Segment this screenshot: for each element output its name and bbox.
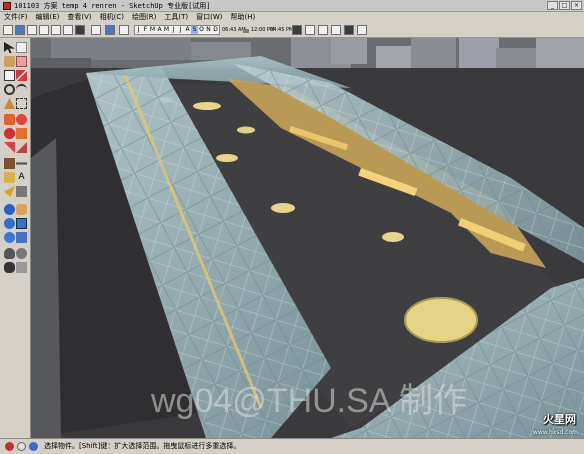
status-bar: 选择物件。[Shift]键：扩大选择范围。拖曳鼠标进行多重选择。 xyxy=(0,438,584,454)
site-logo-url: www.hxsd.com xyxy=(532,429,578,436)
pencil-icon[interactable] xyxy=(3,25,13,35)
month-label-selected[interactable]: S xyxy=(191,26,198,34)
main-toolbar: J F M A M J J A S O N D 06:43 AM 12:00 P… xyxy=(0,23,584,38)
menu-edit[interactable]: 编辑(E) xyxy=(32,12,64,23)
time-slider[interactable] xyxy=(243,29,249,33)
shadow-settings-icon[interactable] xyxy=(105,25,115,35)
shadow-toggle-icon[interactable] xyxy=(91,25,101,35)
sunset-time: 04:45 PM xyxy=(270,27,294,33)
month-label[interactable]: D xyxy=(212,26,219,34)
zoom-extents-icon[interactable] xyxy=(4,232,15,243)
select-icon[interactable] xyxy=(15,25,25,35)
make-component-icon[interactable] xyxy=(16,42,27,53)
move-icon[interactable] xyxy=(4,114,15,125)
position-camera-icon[interactable] xyxy=(4,248,15,259)
follow-me-icon[interactable] xyxy=(16,128,27,139)
offset-icon[interactable] xyxy=(16,142,27,153)
month-label[interactable]: N xyxy=(205,26,212,34)
hidden-line-icon[interactable] xyxy=(318,25,328,35)
menu-bar: 文件(F) 编辑(E) 查看(V) 相机(C) 绘图(R) 工具(T) 窗口(W… xyxy=(0,12,584,23)
tool-palette: A xyxy=(0,38,31,438)
look-around-icon[interactable] xyxy=(16,248,27,259)
menu-draw[interactable]: 绘图(R) xyxy=(128,12,160,23)
menu-file[interactable]: 文件(F) xyxy=(0,12,32,23)
shaded-icon[interactable] xyxy=(331,25,341,35)
arc-icon[interactable] xyxy=(16,84,27,95)
scale-icon[interactable] xyxy=(4,142,15,153)
title-bar: 101103 方案 temp 4 renren - SketchUp 专业版[试… xyxy=(0,0,584,12)
camera-icon[interactable] xyxy=(75,25,85,35)
rectangle-icon[interactable] xyxy=(4,70,15,81)
site-logo: 火星网 www.hxsd.com xyxy=(504,408,580,436)
home-icon[interactable] xyxy=(63,25,73,35)
protractor-icon[interactable] xyxy=(4,172,15,183)
menu-help[interactable]: 帮助(H) xyxy=(226,12,259,23)
eraser-icon[interactable] xyxy=(16,56,27,67)
zoom-icon[interactable] xyxy=(4,218,15,229)
freehand-icon[interactable] xyxy=(16,98,27,109)
menu-camera[interactable]: 相机(C) xyxy=(96,12,128,23)
month-label[interactable]: F xyxy=(142,26,149,34)
month-label[interactable]: J xyxy=(170,26,177,34)
zoom-window-icon[interactable] xyxy=(16,218,27,229)
section-plane-icon[interactable] xyxy=(16,262,27,273)
geo-location-icon[interactable] xyxy=(5,442,14,451)
walk-icon[interactable] xyxy=(4,262,15,273)
push-pull-icon[interactable] xyxy=(16,114,27,125)
site-logo-text: 火星网 xyxy=(543,413,576,426)
month-label[interactable]: O xyxy=(198,26,205,34)
monochrome-icon[interactable] xyxy=(357,25,367,35)
circle-icon[interactable] xyxy=(4,84,15,95)
month-label[interactable]: A xyxy=(156,26,163,34)
menu-window[interactable]: 窗口(W) xyxy=(192,12,226,23)
orbit-icon[interactable] xyxy=(4,204,15,215)
month-label[interactable]: M xyxy=(149,26,156,34)
select-arrow-icon[interactable] xyxy=(4,42,15,53)
month-label[interactable]: J xyxy=(135,26,142,34)
close-button[interactable]: × xyxy=(571,1,582,10)
status-message: 选择物件。[Shift]键：扩大选择范围。拖曳鼠标进行多重选择。 xyxy=(44,442,241,450)
minimize-button[interactable]: _ xyxy=(547,1,558,10)
watermark-text: wg04@THU.SA 制作 xyxy=(151,382,468,420)
rectangle-icon[interactable] xyxy=(39,25,49,35)
credits-icon[interactable] xyxy=(17,442,26,451)
circle-icon[interactable] xyxy=(51,25,61,35)
maximize-button[interactable]: □ xyxy=(559,1,570,10)
menu-tools[interactable]: 工具(T) xyxy=(160,12,192,23)
large-skylight xyxy=(404,297,478,343)
menu-view[interactable]: 查看(V) xyxy=(63,12,95,23)
window-title: 101103 方案 temp 4 renren - SketchUp 专业版[试… xyxy=(14,2,211,10)
text-tool-icon[interactable]: A xyxy=(16,172,27,183)
xray-icon[interactable] xyxy=(292,25,302,35)
dimension-icon[interactable] xyxy=(16,162,27,165)
paint-bucket-icon[interactable] xyxy=(4,56,15,67)
month-label[interactable]: J xyxy=(177,26,184,34)
previous-view-icon[interactable] xyxy=(16,232,27,243)
textured-icon[interactable] xyxy=(344,25,354,35)
month-label[interactable]: A xyxy=(184,26,191,34)
sketchup-app-icon xyxy=(3,2,11,10)
pan-icon[interactable] xyxy=(16,204,27,215)
tape-measure-icon[interactable] xyxy=(4,158,15,169)
shadow-month-picker[interactable]: J F M A M J J A S O N D xyxy=(134,25,220,35)
3d-text-icon[interactable] xyxy=(16,186,27,197)
month-label[interactable]: M xyxy=(163,26,170,34)
polygon-icon[interactable] xyxy=(4,98,15,109)
window-controls: _ □ × xyxy=(547,1,582,10)
left-building xyxy=(31,138,61,438)
eraser-icon[interactable] xyxy=(27,25,37,35)
wireframe-icon[interactable] xyxy=(305,25,315,35)
model-viewport[interactable]: wg04@THU.SA 制作 火星网 www.hxsd.com xyxy=(31,38,584,438)
sun-icon[interactable] xyxy=(119,25,129,35)
rotate-icon[interactable] xyxy=(4,128,15,139)
help-icon[interactable] xyxy=(29,442,38,451)
line-icon[interactable] xyxy=(16,70,27,81)
axes-icon[interactable] xyxy=(4,186,15,197)
